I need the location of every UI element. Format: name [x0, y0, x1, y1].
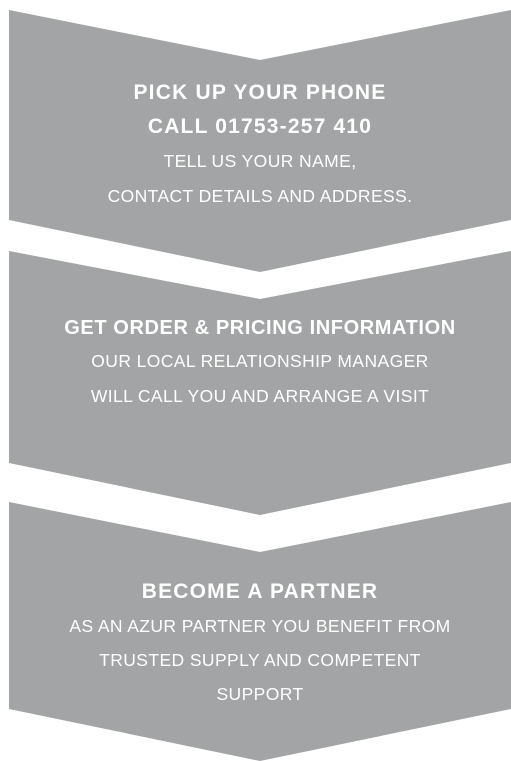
step-3-body-line-3: SUPPORT	[216, 684, 304, 704]
step-3-text: BECOME A PARTNER AS AN AZUR PARTNER YOU …	[9, 575, 511, 711]
step-2-body-line-1: OUR LOCAL RELATIONSHIP MANAGER	[91, 351, 429, 371]
step-3-body-line-1: AS AN AZUR PARTNER YOU BENEFIT FROM	[69, 616, 451, 636]
step-2-text: GET ORDER & PRICING INFORMATION OUR LOCA…	[9, 312, 511, 414]
step-1-body-line-2: CONTACT DETAILS AND ADDRESS.	[107, 186, 413, 206]
step-1-phone-line: CALL 01753-257 410	[147, 115, 373, 138]
step-2-title: GET ORDER & PRICING INFORMATION	[64, 317, 456, 339]
step-3-title: BECOME A PARTNER	[141, 580, 379, 603]
step-3-body-line-2: TRUSTED SUPPLY AND COMPETENT	[99, 650, 421, 670]
step-2-body-line-2: WILL CALL YOU AND ARRANGE A VISIT	[90, 386, 430, 406]
step-1-body-line-1: TELL US YOUR NAME,	[163, 151, 357, 171]
step-1-text: PICK UP YOUR PHONE CALL 01753-257 410 TE…	[9, 76, 511, 214]
step-1-title-line-1: PICK UP YOUR PHONE	[133, 81, 387, 104]
